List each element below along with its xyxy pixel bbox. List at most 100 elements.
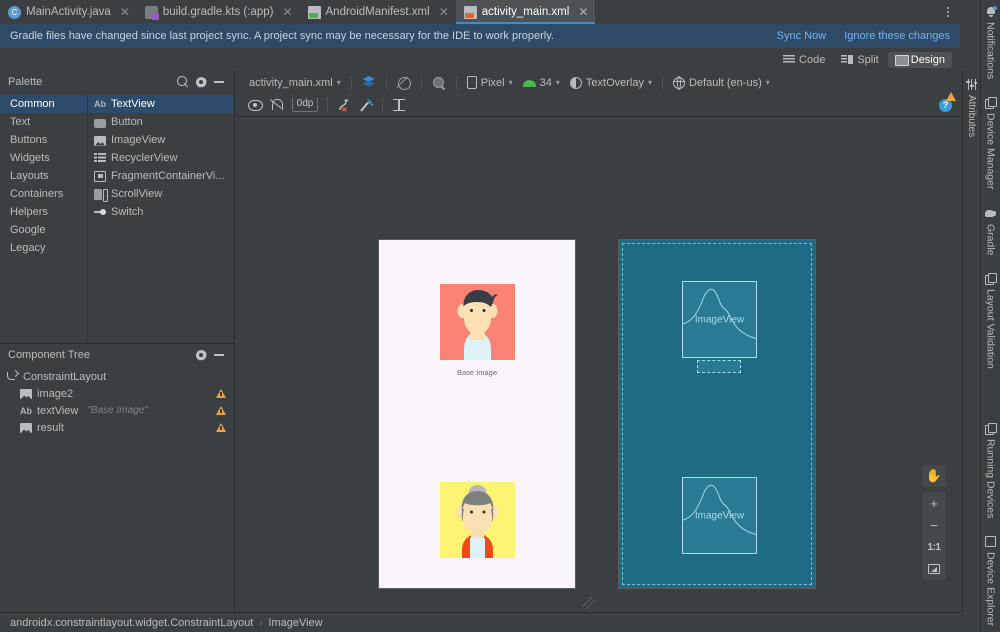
recyclerview-icon xyxy=(94,152,106,164)
minimize-icon[interactable] xyxy=(210,73,228,91)
view-mode-button[interactable] xyxy=(357,75,381,90)
design-blueprint-layers-icon xyxy=(362,76,376,89)
editor-tab-activity-main[interactable]: activity_main.xml ✕ xyxy=(455,0,596,24)
plus-icon: + xyxy=(930,495,938,511)
palette-category-text[interactable]: Text xyxy=(0,113,87,131)
toolbar-separator xyxy=(455,75,457,90)
breadcrumb-root[interactable]: androidx.constraintlayout.widget.Constra… xyxy=(10,617,253,629)
attributes-tool-label: Attributes xyxy=(966,95,977,138)
palette-item-fragmentcontainerview[interactable]: FragmentContainerVi... xyxy=(88,167,234,185)
design-preview-textview[interactable]: Base Image xyxy=(379,368,575,377)
tree-node-label: result xyxy=(37,421,64,434)
tab-design-label: Design xyxy=(910,53,945,66)
palette-category-google[interactable]: Google xyxy=(0,221,87,239)
autoconnect-magnet-icon xyxy=(271,99,284,111)
show-constraints-button[interactable] xyxy=(244,96,266,114)
blueprint-preview-device[interactable]: ImageView ImageView xyxy=(618,239,816,589)
notification-badge xyxy=(992,5,997,10)
palette-item-switch[interactable]: Switch xyxy=(88,203,234,221)
tree-node-result[interactable]: result xyxy=(0,419,234,436)
palette-item-textview[interactable]: Ab TextView xyxy=(88,95,234,113)
fragment-container-icon xyxy=(94,170,106,182)
editor-mode-bar: Code Split Design xyxy=(0,48,960,71)
zoom-to-fit-button[interactable] xyxy=(922,558,946,580)
editor-tab-label: build.gradle.kts (:app) xyxy=(162,6,274,18)
autoconnect-button[interactable] xyxy=(266,96,288,114)
pan-zoom-button[interactable] xyxy=(427,75,451,90)
device-selector[interactable]: Pixel ▾ xyxy=(462,75,518,90)
palette-category-common[interactable]: Common xyxy=(0,95,87,113)
gear-icon[interactable] xyxy=(192,73,210,91)
close-icon[interactable]: ✕ xyxy=(578,5,588,19)
palette-category-buttons[interactable]: Buttons xyxy=(0,131,87,149)
chevron-down-icon: ▾ xyxy=(336,78,341,87)
palette-item-scrollview[interactable]: ScrollView xyxy=(88,185,234,203)
default-margin-button[interactable]: 0dp xyxy=(288,96,322,114)
palette-category-layouts[interactable]: Layouts xyxy=(0,167,87,185)
palette-item-imageview[interactable]: ImageView xyxy=(88,131,234,149)
palette-title: Palette xyxy=(8,76,43,88)
palette-item-button[interactable]: Button xyxy=(88,113,234,131)
close-icon[interactable]: ✕ xyxy=(282,5,292,19)
tool-button-device-manager[interactable]: Device Manager xyxy=(985,91,997,199)
minimize-icon[interactable] xyxy=(210,346,228,364)
tool-button-notifications[interactable]: Notifications xyxy=(985,0,997,89)
palette-category-widgets[interactable]: Widgets xyxy=(0,149,87,167)
canvas-resize-handle[interactable] xyxy=(580,593,596,609)
design-preview-image2[interactable] xyxy=(440,284,515,360)
breadcrumb-selected[interactable]: ImageView xyxy=(268,617,322,629)
clear-constraints-button[interactable] xyxy=(333,96,355,114)
align-baseline-button[interactable] xyxy=(388,96,410,114)
toolbar-separator xyxy=(382,98,383,112)
zoom-out-button[interactable]: − xyxy=(922,514,946,536)
api-level-selector[interactable]: 34 ▾ xyxy=(518,76,565,90)
tree-node-constraintlayout[interactable]: ConstraintLayout xyxy=(0,368,234,385)
pan-hand-button[interactable]: ✋ xyxy=(922,465,946,487)
blueprint-result[interactable]: ImageView xyxy=(682,477,757,554)
design-canvas[interactable]: Base Image ImageView ImageView ✋ + − 1:1 xyxy=(236,117,960,612)
editor-options-kebab-icon[interactable] xyxy=(936,0,960,24)
layout-validation-icon xyxy=(985,273,997,286)
attributes-tool-button[interactable]: Attributes xyxy=(966,75,977,141)
ignore-changes-link[interactable]: Ignore these changes xyxy=(844,30,950,42)
warning-icon[interactable] xyxy=(216,406,226,415)
infer-constraints-button[interactable] xyxy=(355,96,377,114)
design-preview-device[interactable]: Base Image xyxy=(378,239,576,589)
zoom-in-button[interactable]: + xyxy=(922,492,946,514)
warning-icon[interactable] xyxy=(216,389,226,398)
editor-tab-buildgradle[interactable]: build.gradle.kts (:app) ✕ xyxy=(136,0,300,24)
layout-file-selector[interactable]: activity_main.xml ▾ xyxy=(244,76,346,90)
disable-blueprint-button[interactable] xyxy=(392,75,416,90)
sync-now-link[interactable]: Sync Now xyxy=(777,30,827,42)
tree-node-image2[interactable]: image2 xyxy=(0,385,234,402)
close-icon[interactable]: ✕ xyxy=(120,5,130,19)
design-preview-result[interactable] xyxy=(440,482,515,558)
tab-split[interactable]: Split xyxy=(834,52,885,68)
tab-design[interactable]: Design xyxy=(887,51,952,68)
tool-button-running-devices[interactable]: Running Devices xyxy=(985,417,997,528)
palette-category-legacy[interactable]: Legacy xyxy=(0,239,87,257)
gear-icon[interactable] xyxy=(192,346,210,364)
tab-code[interactable]: Code xyxy=(776,52,832,68)
palette-category-helpers[interactable]: Helpers xyxy=(0,203,87,221)
theme-selector[interactable]: TextOverlay ▾ xyxy=(565,76,657,90)
editor-tab-androidmanifest[interactable]: AndroidManifest.xml ✕ xyxy=(299,0,456,24)
issue-warning-indicator[interactable] xyxy=(946,80,956,101)
tool-button-layout-validation[interactable]: Layout Validation xyxy=(985,267,997,379)
constraint-toolbar: 0dp ? xyxy=(236,94,960,117)
tool-button-device-explorer[interactable]: Device Explorer xyxy=(985,530,997,632)
tool-button-gradle[interactable]: Gradle xyxy=(985,202,997,266)
blueprint-textview[interactable] xyxy=(697,360,741,373)
palette-category-containers[interactable]: Containers xyxy=(0,185,87,203)
tree-node-textview[interactable]: Ab textView "Base Image" xyxy=(0,402,234,419)
locale-selector[interactable]: Default (en-us) ▾ xyxy=(668,76,775,91)
editor-tab-mainactivity[interactable]: C MainActivity.java ✕ xyxy=(0,0,137,24)
close-icon[interactable]: ✕ xyxy=(439,5,449,19)
warning-icon[interactable] xyxy=(216,423,226,432)
layout-xml-icon xyxy=(463,5,477,19)
status-bar: androidx.constraintlayout.widget.Constra… xyxy=(0,612,960,632)
search-icon[interactable] xyxy=(174,73,192,91)
zoom-actual-size-button[interactable]: 1:1 xyxy=(922,536,946,558)
blueprint-image2[interactable]: ImageView xyxy=(682,281,757,358)
palette-item-recyclerview[interactable]: RecyclerView xyxy=(88,149,234,167)
